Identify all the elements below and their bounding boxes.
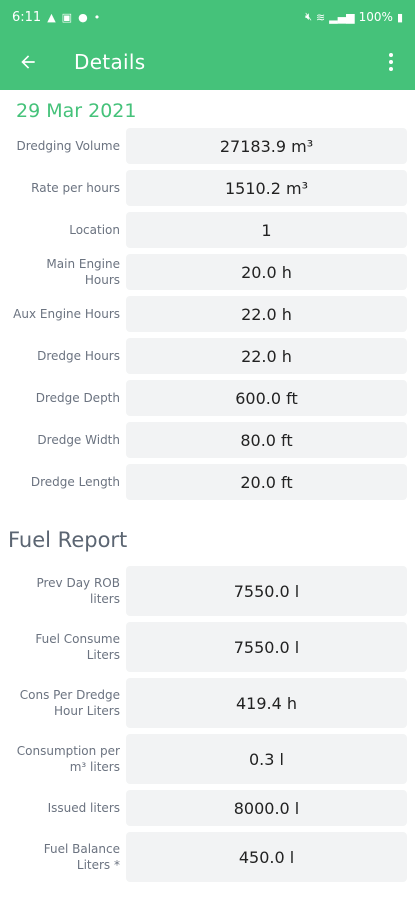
battery-percent: 100% [358,10,393,24]
fuel-label: Consumption per m³ liters [16,744,120,774]
detail-value: 22.0 h [126,338,407,374]
battery-icon: ▮ [396,10,403,24]
detail-label: Main Engine Hours [46,257,120,287]
arrow-left-icon[interactable] [12,46,44,78]
detail-value: 20.0 ft [126,464,407,500]
fuel-row-prev-day-rob: Prev Day ROB liters 7550.0 l [8,566,407,616]
status-time: 6:11 [12,9,42,25]
detail-row-location: Location 1 [8,212,407,248]
details-list: Dredging Volume 27183.9 m³ Rate per hour… [0,128,415,500]
detail-row-dredging-volume: Dredging Volume 27183.9 m³ [8,128,407,164]
page-title: Details [74,50,146,74]
messenger-icon: ● [78,10,88,24]
detail-value: 27183.9 m³ [126,128,407,164]
fuel-label: Issued liters [47,801,120,815]
status-bar: 6:11 ▲ ▣ ● • 🔇︎ ≋ ▂▄▆ 100% ▮ [0,0,415,34]
fuel-label: Cons Per Dredge Hour Liters [19,688,120,718]
alert-icon: ▲ [47,10,56,24]
detail-label: Dredge Width [37,433,120,447]
detail-label: Aux Engine Hours [13,307,120,321]
detail-row-aux-engine-hours: Aux Engine Hours 22.0 h [8,296,407,332]
detail-value: 1510.2 m³ [126,170,407,206]
detail-row-dredge-hours: Dredge Hours 22.0 h [8,338,407,374]
fuel-row-consumption-per-m3: Consumption per m³ liters 0.3 l [8,734,407,784]
fuel-row-fuel-consume: Fuel Consume Liters 7550.0 l [8,622,407,672]
detail-label: Location [69,223,120,237]
fuel-value: 0.3 l [126,734,407,784]
detail-label: Rate per hours [31,181,120,195]
fuel-value: 8000.0 l [126,790,407,826]
fuel-row-fuel-balance: Fuel Balance Liters * 450.0 l [8,832,407,882]
fuel-list: Prev Day ROB liters 7550.0 l Fuel Consum… [0,566,415,882]
detail-value: 22.0 h [126,296,407,332]
report-date: 29 Mar 2021 [16,100,137,122]
fuel-value: 450.0 l [126,832,407,882]
fuel-label: Fuel Consume Liters [35,632,120,662]
fuel-report-heading: Fuel Report [8,528,128,552]
signal-icon: ▂▄▆ [329,10,355,24]
image-icon: ▣ [61,10,73,24]
fuel-label: Fuel Balance Liters * [43,842,120,872]
fuel-row-cons-per-dredge-hour: Cons Per Dredge Hour Liters 419.4 h [8,678,407,728]
detail-value: 600.0 ft [126,380,407,416]
fuel-value: 7550.0 l [126,622,407,672]
dot-icon: • [93,10,101,24]
detail-label: Dredge Hours [37,349,120,363]
more-vert-icon[interactable] [379,46,403,78]
detail-row-dredge-width: Dredge Width 80.0 ft [8,422,407,458]
detail-value: 20.0 h [126,254,407,290]
detail-label: Dredge Depth [35,391,120,405]
detail-value: 1 [126,212,407,248]
fuel-label: Prev Day ROB liters [36,576,120,606]
detail-value: 80.0 ft [126,422,407,458]
detail-label: Dredging Volume [16,139,120,153]
app-bar: Details [0,34,415,90]
fuel-value: 419.4 h [126,678,407,728]
detail-row-main-engine-hours: Main Engine Hours 20.0 h [8,254,407,290]
fuel-value: 7550.0 l [126,566,407,616]
detail-label: Dredge Length [30,475,120,489]
detail-row-rate-per-hours: Rate per hours 1510.2 m³ [8,170,407,206]
detail-row-dredge-depth: Dredge Depth 600.0 ft [8,380,407,416]
wifi-icon: ≋ [316,10,326,24]
fuel-row-issued: Issued liters 8000.0 l [8,790,407,826]
detail-row-dredge-length: Dredge Length 20.0 ft [8,464,407,500]
mute-icon: 🔇︎ [305,10,313,23]
